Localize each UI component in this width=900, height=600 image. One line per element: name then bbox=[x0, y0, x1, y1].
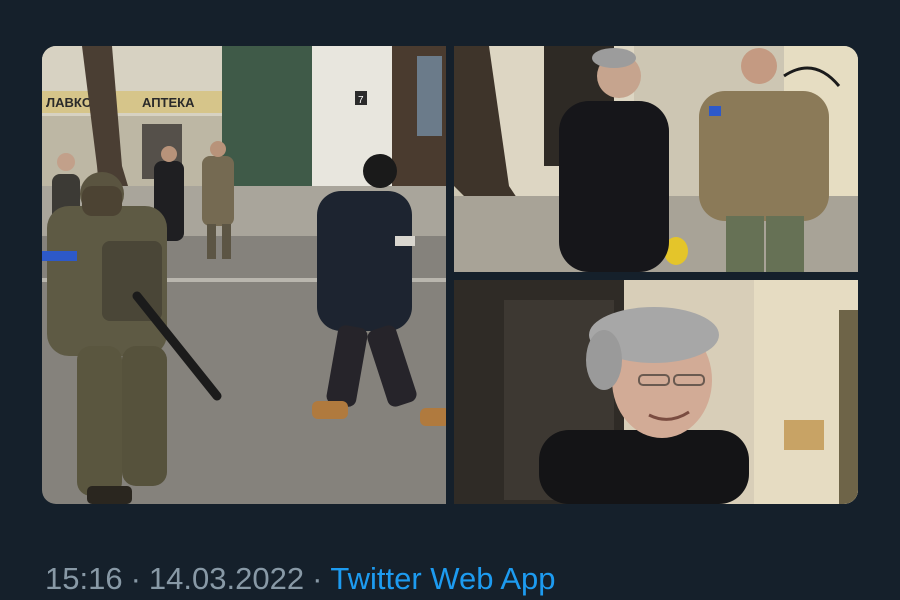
door-number: 7 bbox=[358, 95, 364, 106]
tweet-photo-2[interactable] bbox=[454, 46, 858, 272]
tweet-photo-1[interactable]: ЛАВКОЄ АПТЕКА 7 bbox=[42, 46, 446, 504]
tweet-source-link[interactable]: Twitter Web App bbox=[330, 561, 555, 597]
street-scene-photo: ЛАВКОЄ АПТЕКА 7 bbox=[42, 46, 446, 504]
tweet-meta: 15:16 · 14.03.2022 · Twitter Web App bbox=[45, 560, 556, 598]
tweet-media-grid: ЛАВКОЄ АПТЕКА 7 bbox=[42, 46, 858, 504]
walking-men-photo bbox=[454, 46, 858, 272]
tweet-photo-3[interactable] bbox=[454, 280, 858, 504]
meta-separator: · bbox=[130, 561, 141, 596]
tweet-date[interactable]: 14.03.2022 bbox=[149, 561, 304, 597]
portrait-photo bbox=[454, 280, 858, 504]
meta-separator: · bbox=[312, 561, 323, 596]
shop-sign-right: АПТЕКА bbox=[142, 95, 195, 110]
tweet-time[interactable]: 15:16 bbox=[45, 561, 123, 597]
